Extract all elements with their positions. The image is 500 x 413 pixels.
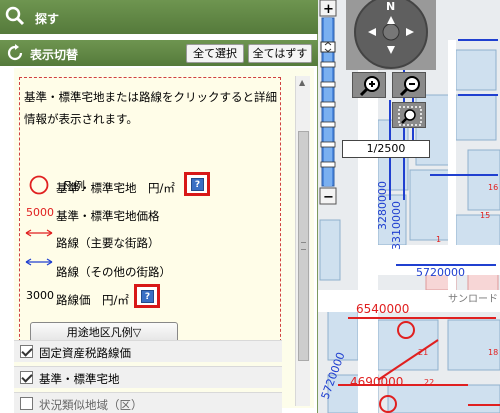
layer-row-std-land[interactable]: 基準・標準宅地 <box>14 366 282 388</box>
scroll-up-icon[interactable]: ▲ <box>299 78 305 87</box>
zoom-out-button[interactable] <box>392 72 426 98</box>
map-lot-number: 21 <box>418 348 428 357</box>
map-price-label[interactable]: 3280000 <box>376 181 389 230</box>
legend-intro: 基準・標準宅地または路線をクリックすると詳細情報が表示されます。 <box>24 90 277 126</box>
layer-label: 状況類似地域（区） <box>39 398 143 412</box>
zoom-minus-label[interactable]: − <box>323 190 334 205</box>
legend-route-price-label: 路線価 円/㎡ <box>56 293 129 307</box>
zoom-in-icon <box>359 76 380 97</box>
legend-scrollbar[interactable]: ▲ <box>295 76 310 406</box>
layer-checkbox[interactable] <box>20 397 33 410</box>
pan-control[interactable]: N <box>346 0 436 70</box>
layer-checkbox[interactable] <box>20 345 33 358</box>
help-icon: ? <box>141 290 154 303</box>
zoom-area-icon <box>398 106 422 126</box>
search-label: 探す <box>35 12 60 26</box>
legend-box: 基準・標準宅地または路線をクリックすると詳細情報が表示されます。 凡例 基準・標… <box>19 77 281 347</box>
legend-std-land: 基準・標準宅地 円/㎡ <box>56 181 175 195</box>
map-lot-number: 18 <box>488 348 498 357</box>
layer-row-route-price[interactable]: 固定資産税路線価 <box>14 340 282 362</box>
blue-route-arrow-icon <box>25 258 53 266</box>
side-panel: 探す 表示切替 全て選択 全てはずす 基準・標準宅地または路線をクリックすると詳… <box>0 0 318 413</box>
legend-price-sample: 5000 <box>26 206 54 219</box>
refresh-icon <box>7 44 23 61</box>
layer-label: 固定資産税路線価 <box>39 346 131 360</box>
std-land-help-button[interactable]: ? <box>184 172 210 196</box>
select-all-button[interactable]: 全て選択 <box>186 44 244 63</box>
deselect-all-button[interactable]: 全てはずす <box>248 44 312 63</box>
route-price-help-button[interactable]: ? <box>134 284 160 308</box>
display-toggle-label: 表示切替 <box>30 48 79 62</box>
scroll-thumb[interactable] <box>298 131 309 361</box>
std-land-circle-icon <box>29 175 49 195</box>
zoom-in-button[interactable] <box>352 72 386 98</box>
map-lot-number: 1 <box>436 235 441 244</box>
map-price-label[interactable]: 3310000 <box>390 201 403 250</box>
map-lot-number: 22 <box>424 378 434 387</box>
layer-checkbox[interactable] <box>20 371 33 384</box>
legend-price-label: 基準・標準宅地価格 <box>56 209 160 223</box>
map-price-label[interactable]: 6540000 <box>356 302 409 316</box>
map-scale-label: 1/2500 <box>342 140 430 158</box>
search-header[interactable]: 探す <box>0 0 318 34</box>
help-icon: ? <box>191 178 204 191</box>
zoom-out-icon <box>399 76 420 97</box>
compass-north-label: N <box>386 0 395 13</box>
search-icon <box>5 6 25 26</box>
red-route-arrow-icon <box>25 229 53 237</box>
zoom-slider[interactable]: + − <box>318 0 338 206</box>
map-price-label[interactable]: 5720000 <box>416 266 465 279</box>
zoom-plus-label[interactable]: + <box>323 2 334 17</box>
layer-label: 基準・標準宅地 <box>39 372 120 386</box>
map-lot-number: 15 <box>480 211 490 220</box>
legend-route-other: 路線（その他の街路） <box>56 265 171 279</box>
map-view[interactable]: 6540000 4690000 5720000 3280000 3310000 … <box>318 0 500 413</box>
layer-row-similar-area[interactable]: 状況類似地域（区） <box>14 392 282 413</box>
map-lot-number: 16 <box>488 183 498 192</box>
scroll-grip-icon <box>301 242 306 250</box>
legend-route-main: 路線（主要な街路） <box>56 236 160 250</box>
zoom-area-button[interactable] <box>392 102 426 128</box>
compass-icon[interactable]: N <box>346 0 436 70</box>
legend-route-price-sample: 3000 <box>26 289 54 302</box>
map-price-label[interactable]: 4690000 <box>350 375 403 389</box>
map-street-name: サンロード <box>448 293 498 305</box>
